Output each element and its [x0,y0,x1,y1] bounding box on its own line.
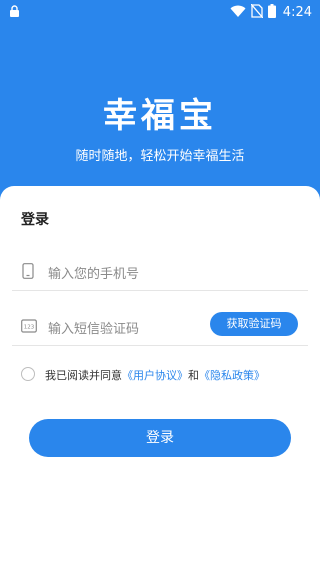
privacy-policy-link[interactable]: 《隐私政策》 [199,369,265,382]
no-sim-icon [250,3,264,21]
battery-icon [267,4,276,21]
app-slogan: 随时随地，轻松开始幸福生活 [75,149,245,164]
login-button[interactable]: 登录 [29,419,291,457]
lock-icon [9,5,20,20]
get-code-button[interactable]: 获取验证码 [210,312,298,336]
code-field[interactable]: 123 输入短信验证码 获取验证码 [12,306,308,346]
agreement-conjunction: 和 [188,369,199,382]
code-icon: 123 [21,318,37,337]
wifi-icon [230,5,246,21]
app-title: 幸福宝 [103,96,217,136]
agreement-checkbox[interactable] [21,367,35,381]
status-time: 4:24 [282,5,312,20]
agreement-text: 我已阅读并同意《用户协议》和《隐私政策》 [45,367,265,383]
agreement-prefix: 我已阅读并同意 [45,369,122,382]
status-bar: 4:24 [0,0,320,24]
code-placeholder: 输入短信验证码 [48,322,140,337]
phone-placeholder: 输入您的手机号 [48,267,140,282]
user-agreement-link[interactable]: 《用户协议》 [122,369,188,382]
login-heading: 登录 [21,212,49,228]
agreement-row: 我已阅读并同意《用户协议》和《隐私政策》 [21,366,311,384]
phone-field[interactable]: 输入您的手机号 [12,251,308,291]
phone-icon [21,263,35,283]
svg-text:123: 123 [24,325,35,331]
